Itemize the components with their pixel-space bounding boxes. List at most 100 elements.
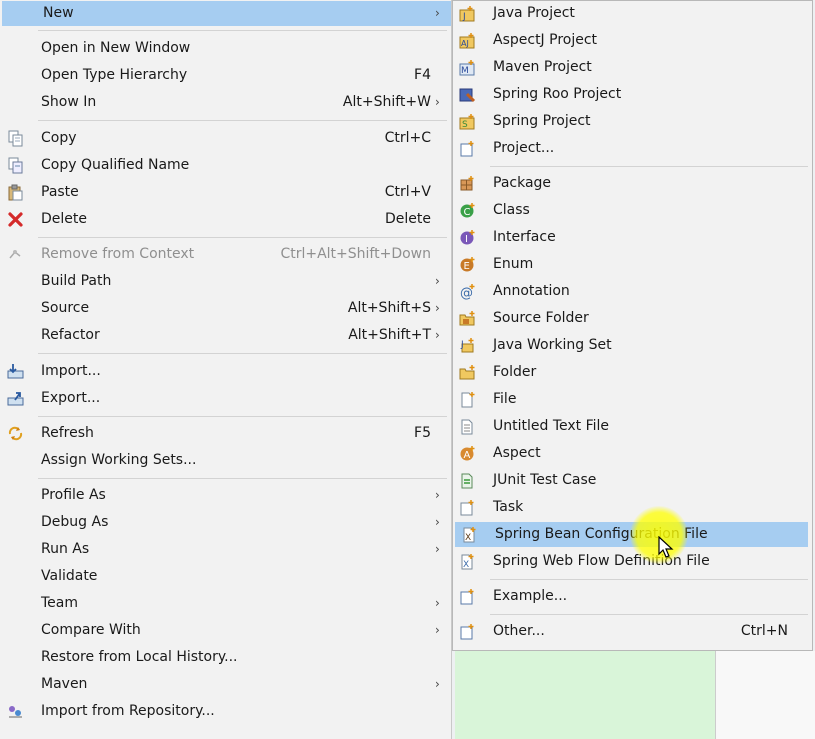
- submenu-item-aspectj-project[interactable]: AJ AspectJ Project: [453, 28, 812, 53]
- submenu-item-java-working-set[interactable]: J Java Working Set: [453, 333, 812, 358]
- svg-text:X: X: [465, 533, 471, 543]
- package-icon: [459, 175, 476, 192]
- submenu-item-label: Example...: [493, 588, 568, 604]
- menu-item-label: Debug As: [41, 514, 109, 530]
- submenu-item-project[interactable]: Project...: [453, 136, 812, 161]
- menu-item-compare-with[interactable]: Compare With ›: [0, 618, 451, 643]
- menu-item-label: Maven: [41, 676, 88, 692]
- separator: [490, 579, 808, 580]
- submenu-item-class[interactable]: C Class: [453, 198, 812, 223]
- copy-icon: [7, 130, 24, 147]
- menu-item-label: Paste: [41, 184, 79, 200]
- submenu-item-aspect[interactable]: A Aspect: [453, 441, 812, 466]
- submenu-item-label: Other...: [493, 623, 545, 639]
- remove-context-icon: [7, 246, 24, 263]
- menu-item-copy[interactable]: Copy Ctrl+C: [0, 126, 451, 151]
- separator: [38, 353, 447, 354]
- menu-item-copy-qualified-name[interactable]: Copy Qualified Name: [0, 153, 451, 178]
- menu-item-shortcut: Alt+Shift+S: [347, 300, 431, 316]
- submenu-item-untitled-text-file[interactable]: Untitled Text File: [453, 414, 812, 439]
- separator: [38, 478, 447, 479]
- menu-item-import-from-repository[interactable]: Import from Repository...: [0, 699, 451, 724]
- svg-text:AJ: AJ: [461, 39, 469, 48]
- new-submenu: J Java Project AJ AspectJ Project M Mave…: [452, 0, 813, 651]
- copy-qualified-icon: [7, 157, 24, 174]
- menu-item-label: Import...: [41, 363, 101, 379]
- menu-item-delete[interactable]: Delete Delete: [0, 207, 451, 232]
- submenu-item-source-folder[interactable]: Source Folder: [453, 306, 812, 331]
- submenu-item-label: Java Project: [493, 5, 575, 21]
- menu-item-validate[interactable]: Validate: [0, 564, 451, 589]
- spring-bean-config-icon: X: [461, 526, 478, 543]
- class-icon: C: [459, 202, 476, 219]
- menu-item-assign-working-sets[interactable]: Assign Working Sets...: [0, 448, 451, 473]
- menu-item-profile-as[interactable]: Profile As ›: [0, 483, 451, 508]
- submenu-arrow-icon: ›: [435, 596, 440, 610]
- menu-item-open-type-hierarchy[interactable]: Open Type Hierarchy F4: [0, 63, 451, 88]
- submenu-item-task[interactable]: Task: [453, 495, 812, 520]
- menu-item-refactor[interactable]: Refactor Alt+Shift+T ›: [0, 323, 451, 348]
- submenu-item-label: Spring Project: [493, 113, 591, 129]
- menu-item-restore-from-local-history[interactable]: Restore from Local History...: [0, 645, 451, 670]
- menu-item-shortcut: Ctrl+Alt+Shift+Down: [280, 246, 431, 262]
- svg-text:C: C: [464, 207, 471, 218]
- menu-item-label: Team: [41, 595, 79, 611]
- menu-item-new[interactable]: New ›: [2, 1, 451, 26]
- submenu-item-other[interactable]: Other... Ctrl+N: [453, 619, 812, 644]
- submenu-item-label: Project...: [493, 140, 555, 156]
- submenu-item-label: Spring Roo Project: [493, 86, 622, 102]
- menu-item-maven[interactable]: Maven ›: [0, 672, 451, 697]
- menu-item-label: Open Type Hierarchy: [41, 67, 188, 83]
- submenu-item-interface[interactable]: I Interface: [453, 225, 812, 250]
- project-icon: [459, 140, 476, 157]
- submenu-item-label: Enum: [493, 256, 534, 272]
- submenu-item-file[interactable]: File: [453, 387, 812, 412]
- menu-item-label: Compare With: [41, 622, 141, 638]
- submenu-item-package[interactable]: Package: [453, 171, 812, 196]
- menu-item-shortcut: Delete: [385, 211, 431, 227]
- menu-item-import[interactable]: Import...: [0, 359, 451, 384]
- submenu-item-example[interactable]: Example...: [453, 584, 812, 609]
- text-file-icon: [459, 418, 476, 435]
- menu-item-build-path[interactable]: Build Path ›: [0, 269, 451, 294]
- menu-item-shortcut: Ctrl+V: [384, 184, 431, 200]
- submenu-item-label: Class: [493, 202, 530, 218]
- menu-item-label: Copy Qualified Name: [41, 157, 190, 173]
- submenu-item-spring-project[interactable]: S Spring Project: [453, 109, 812, 134]
- submenu-item-annotation[interactable]: @ Annotation: [453, 279, 812, 304]
- menu-item-debug-as[interactable]: Debug As ›: [0, 510, 451, 535]
- import-icon: [7, 363, 24, 380]
- submenu-item-folder[interactable]: Folder: [453, 360, 812, 385]
- submenu-item-enum[interactable]: E Enum: [453, 252, 812, 277]
- submenu-item-label: Java Working Set: [493, 337, 612, 353]
- menu-item-label: Import from Repository...: [41, 703, 215, 719]
- submenu-item-spring-roo-project[interactable]: Spring Roo Project: [453, 82, 812, 107]
- menu-item-shortcut: Alt+Shift+T: [348, 327, 431, 343]
- menu-item-team[interactable]: Team ›: [0, 591, 451, 616]
- junit-test-case-icon: [459, 472, 476, 489]
- submenu-item-label: File: [493, 391, 517, 407]
- menu-item-run-as[interactable]: Run As ›: [0, 537, 451, 562]
- menu-item-remove-from-context[interactable]: Remove from Context Ctrl+Alt+Shift+Down: [0, 242, 451, 267]
- folder-icon: [459, 364, 476, 381]
- svg-text:X: X: [463, 560, 469, 570]
- example-icon: [459, 588, 476, 605]
- menu-item-open-in-new-window[interactable]: Open in New Window: [0, 36, 451, 61]
- submenu-item-spring-web-flow-definition-file[interactable]: X Spring Web Flow Definition File: [453, 549, 812, 574]
- submenu-arrow-icon: ›: [435, 301, 440, 315]
- menu-item-paste[interactable]: Paste Ctrl+V: [0, 180, 451, 205]
- menu-item-show-in[interactable]: Show In Alt+Shift+W ›: [0, 90, 451, 115]
- import-repository-icon: [7, 703, 24, 720]
- refresh-icon: [7, 425, 24, 442]
- menu-item-label: Open in New Window: [41, 40, 191, 56]
- editor-background-right: [715, 651, 815, 739]
- menu-item-export[interactable]: Export...: [0, 386, 451, 411]
- submenu-item-junit-test-case[interactable]: JUnit Test Case: [453, 468, 812, 493]
- separator: [38, 416, 447, 417]
- submenu-item-maven-project[interactable]: M Maven Project: [453, 55, 812, 80]
- menu-item-source[interactable]: Source Alt+Shift+S ›: [0, 296, 451, 321]
- menu-item-refresh[interactable]: Refresh F5: [0, 421, 451, 446]
- maven-project-icon: M: [459, 59, 476, 76]
- separator: [490, 614, 808, 615]
- submenu-item-java-project[interactable]: J Java Project: [453, 1, 812, 26]
